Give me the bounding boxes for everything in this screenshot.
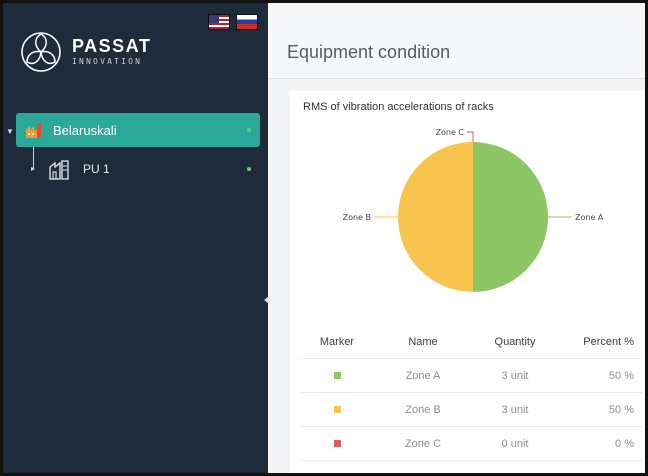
tree-collapse-icon[interactable]: ▸ — [31, 164, 35, 173]
row-name: Zone B — [405, 403, 441, 416]
page-title: Equipment condition — [287, 42, 451, 62]
slice-label: Zone A — [575, 213, 604, 222]
table-row[interactable]: Zone A 3 unit 50 % — [301, 359, 642, 393]
us-flag-icon[interactable] — [208, 14, 230, 30]
page-header: Equipment condition — [268, 3, 645, 79]
row-percent: 50 % — [608, 369, 634, 382]
table-row[interactable]: Zone C 0 unit 0 % — [301, 427, 642, 461]
row-quantity: 3 unit — [501, 403, 529, 416]
pie-chart: Zone A Zone B Zone C — [343, 128, 604, 292]
slice-label: Zone C — [436, 128, 465, 137]
tree-item-label: PU 1 — [83, 162, 110, 176]
row-percent: 0 % — [615, 437, 634, 450]
tree-item-pu1[interactable]: PU 1 — [47, 155, 110, 183]
column-header[interactable]: Quantity — [473, 336, 557, 348]
row-quantity: 3 unit — [501, 369, 529, 382]
status-dot — [247, 167, 251, 171]
column-header[interactable]: Percent % — [557, 336, 642, 348]
tree-expand-icon[interactable]: ▼ — [6, 127, 14, 136]
brand-logo[interactable]: PASSAT INNOVATION — [20, 31, 151, 73]
factory-icon — [26, 123, 41, 138]
language-switcher — [208, 14, 258, 30]
table-row[interactable]: Zone B 3 unit 50 % — [301, 393, 642, 427]
tree-item-label: Belaruskali — [53, 122, 117, 138]
passat-logo-icon — [21, 32, 61, 72]
row-name: Zone C — [404, 437, 442, 450]
brand-title: PASSAT — [72, 36, 152, 56]
slice-label: Zone B — [343, 213, 371, 222]
main-content: Equipment condition RMS of vibration acc… — [268, 3, 645, 473]
ru-flag-icon[interactable] — [236, 14, 258, 30]
pie-slice-zone-a[interactable] — [473, 142, 548, 292]
marker-swatch — [333, 439, 341, 447]
leader-line — [467, 131, 474, 142]
row-name: Zone A — [405, 369, 441, 382]
column-header[interactable]: Marker — [301, 336, 373, 348]
pie-slice-zone-b[interactable] — [398, 142, 473, 292]
row-percent: 50 % — [608, 403, 634, 416]
zone-table: Marker Name Quantity Percent % Zone A 3 … — [301, 325, 642, 461]
marker-swatch — [333, 405, 341, 413]
status-dot — [247, 128, 251, 132]
marker-swatch — [333, 371, 341, 379]
column-header[interactable]: Name — [373, 336, 473, 348]
brand-subtitle: INNOVATION — [72, 57, 143, 66]
sidebar: PASSAT INNOVATION ▼ Belaruskali ▸ PU 1 — [3, 3, 269, 473]
table-header-row: Marker Name Quantity Percent % — [301, 325, 642, 359]
row-quantity: 0 unit — [501, 437, 529, 450]
chart-card: RMS of vibration accelerations of racks … — [290, 91, 645, 473]
plant-icon — [49, 160, 69, 180]
tree-item-belaruskali[interactable]: Belaruskali — [16, 113, 260, 147]
